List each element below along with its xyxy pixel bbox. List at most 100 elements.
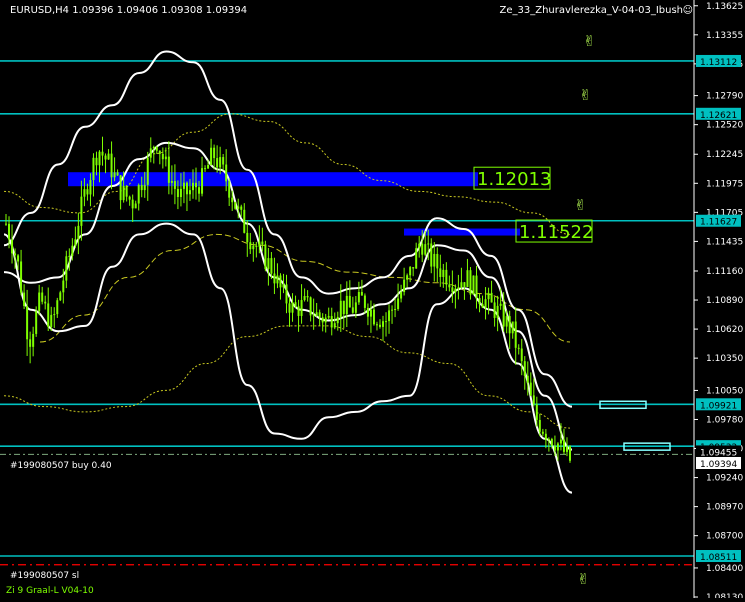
candle-body	[149, 148, 152, 158]
candle-body	[213, 147, 216, 159]
candle-body	[47, 303, 50, 327]
candle-body	[306, 296, 309, 298]
candle-body	[496, 305, 499, 318]
candle-body	[427, 243, 430, 245]
candle-body	[345, 295, 348, 315]
thumbs-up-icon: ✌	[583, 32, 596, 50]
candle-body	[469, 270, 472, 295]
smiley-icon: ☺	[683, 5, 693, 16]
candle-body	[237, 206, 240, 209]
candle-body	[191, 182, 194, 191]
candle-body	[514, 321, 517, 348]
candle-body	[553, 445, 556, 451]
candle-body	[59, 292, 62, 301]
candle-body	[279, 275, 282, 288]
candle-body	[255, 245, 258, 247]
indicator-label: Zi 9 Graal-L V04-10	[6, 586, 94, 596]
candle-body	[297, 306, 300, 316]
candle-body	[520, 348, 523, 362]
y-tick-label: 1.08970	[706, 503, 743, 513]
order-buy-label[interactable]: #199080507 buy 0.40	[10, 461, 112, 471]
candle-body	[463, 282, 466, 288]
candle-body	[137, 184, 140, 204]
symbol-info: EURUSD,H4 1.09396 1.09406 1.09308 1.0939…	[10, 5, 247, 16]
candle-body	[167, 156, 170, 183]
candle-body	[273, 273, 276, 284]
y-tick-label: 1.13625	[706, 2, 743, 12]
candle-body	[366, 307, 369, 317]
candle-body	[291, 302, 294, 313]
candle-body	[240, 206, 243, 210]
candle-body	[228, 181, 231, 198]
candle-body	[526, 375, 529, 383]
candle-body	[101, 151, 104, 156]
candle-body	[351, 307, 354, 313]
candle-body	[17, 255, 20, 262]
candle-body	[204, 168, 207, 170]
candle-body	[35, 311, 38, 334]
candle-body	[29, 339, 32, 347]
candle-body	[294, 302, 297, 307]
candle-body	[403, 279, 406, 293]
candle-body	[481, 304, 484, 308]
candle-body	[357, 292, 360, 303]
candle-body	[252, 245, 255, 250]
candle-body	[62, 280, 65, 293]
candle-body	[457, 287, 460, 289]
order-sl-label[interactable]: #199080507 sl	[10, 571, 79, 581]
candle-body	[155, 146, 158, 151]
candle-body	[50, 314, 53, 327]
candle-body	[363, 295, 366, 308]
y-tick-label: 1.11975	[706, 179, 743, 189]
candle-body	[179, 188, 182, 198]
candle-body	[231, 197, 234, 203]
candle-body	[216, 158, 219, 168]
candle-body	[95, 157, 98, 166]
candle-body	[71, 245, 74, 256]
level-price-label: 1.13112	[700, 58, 737, 68]
candle-body	[394, 309, 397, 311]
candle-body	[140, 184, 143, 191]
candle-body	[562, 439, 565, 452]
level-price-label: 1.12621	[700, 111, 737, 121]
candle-body	[261, 241, 264, 245]
candle-body	[336, 316, 339, 324]
y-tick-label: 1.11160	[706, 267, 743, 277]
candle-body	[128, 196, 131, 200]
candle-body	[198, 187, 201, 194]
candle-body	[246, 232, 249, 243]
candle-body	[276, 275, 279, 284]
candle-body	[74, 239, 77, 246]
candle-body	[53, 314, 56, 316]
y-tick-label: 1.09780	[706, 415, 743, 425]
candle-body	[38, 292, 41, 312]
candle-body	[388, 310, 391, 322]
y-tick-label: 1.10890	[706, 296, 743, 306]
candle-body	[26, 306, 29, 340]
candle-body	[23, 292, 26, 307]
candle-body	[89, 180, 92, 195]
candle-body	[369, 309, 372, 317]
level-price-label: 1.09921	[700, 401, 737, 411]
candle-body	[375, 324, 378, 326]
candle-body	[309, 297, 312, 316]
candle-body	[436, 253, 439, 269]
y-tick-label: 1.12790	[706, 92, 743, 102]
candle-body	[146, 157, 149, 185]
level-price-label: 1.11627	[700, 218, 737, 228]
price-chart[interactable]: 1.120131.11522 ✌✌✌✌☺ 1.136251.133551.130…	[0, 0, 745, 602]
candle-body	[547, 439, 550, 441]
chart-window[interactable]: 1.120131.11522 ✌✌✌✌☺ 1.136251.133551.130…	[0, 0, 745, 602]
candle-body	[523, 361, 526, 376]
candle-body	[210, 147, 213, 165]
candle-body	[243, 209, 246, 233]
candle-body	[315, 312, 318, 316]
candle-body	[400, 292, 403, 299]
candle-body	[134, 203, 137, 209]
candle-body	[466, 270, 469, 288]
candle-body	[267, 258, 270, 269]
y-tick-label: 1.08130	[706, 593, 743, 598]
candle-body	[312, 315, 315, 317]
candle-body	[550, 439, 553, 446]
candle-body	[201, 168, 204, 194]
